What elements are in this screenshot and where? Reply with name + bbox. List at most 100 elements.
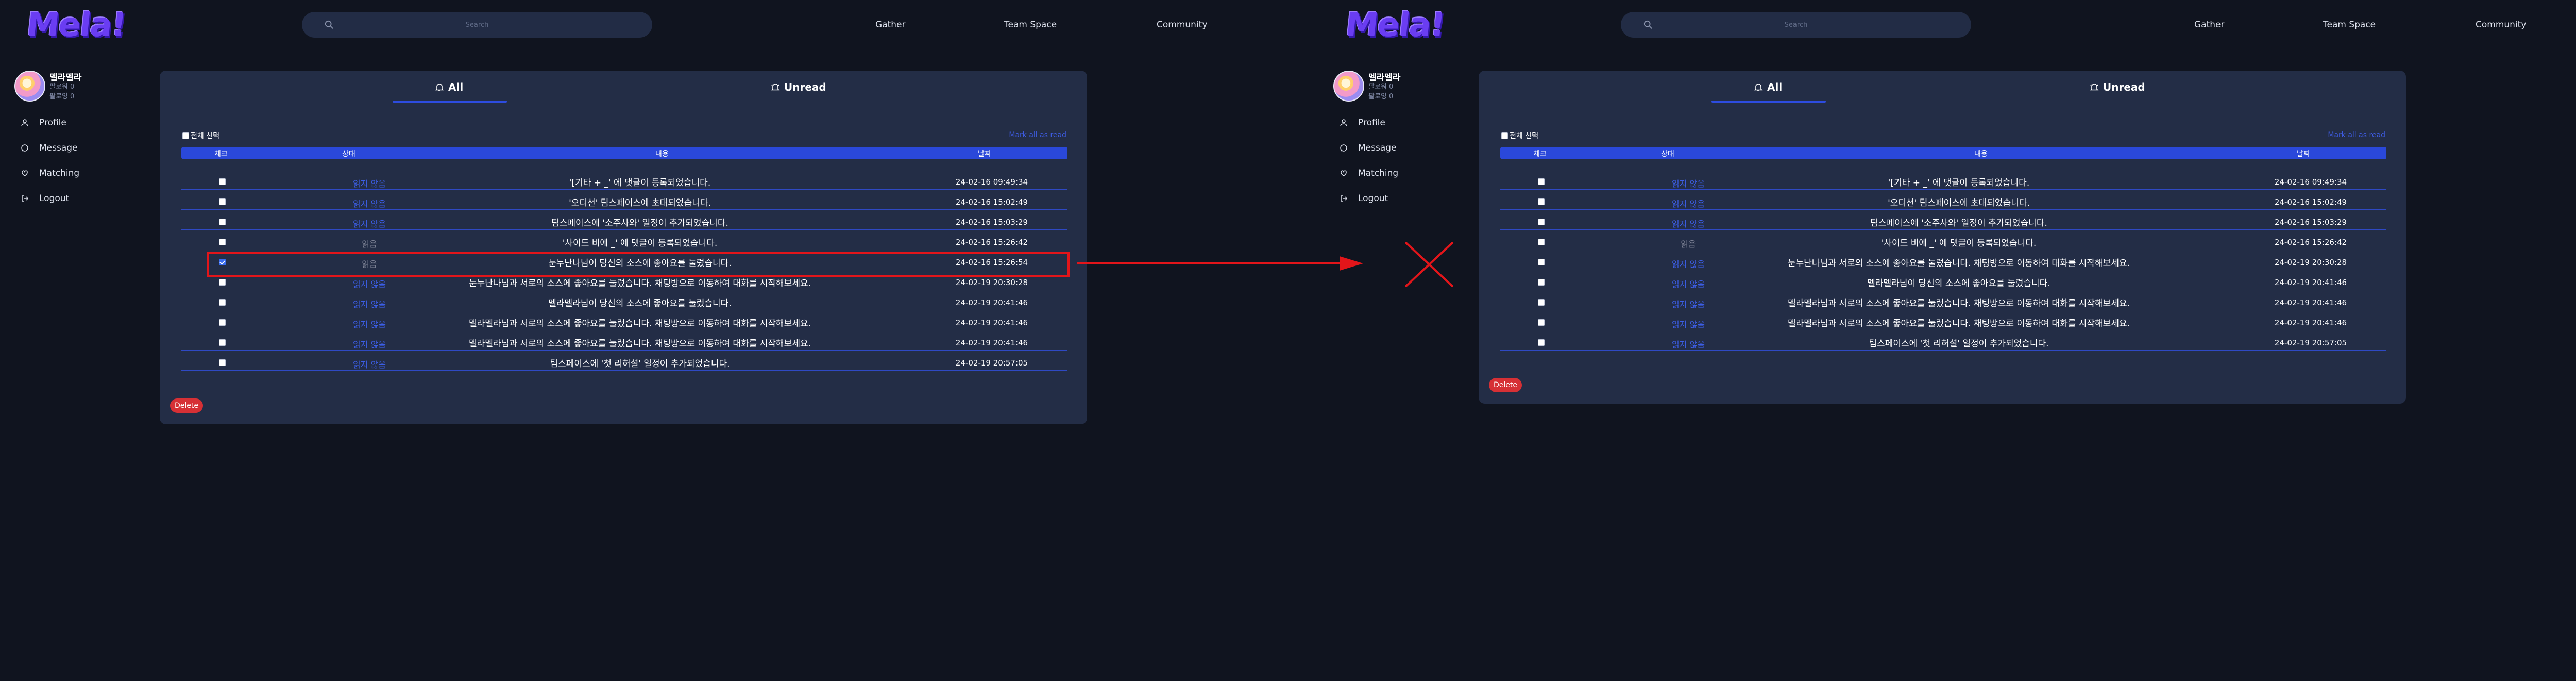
notification-tabs: All Unread: [160, 71, 1087, 104]
sidebar-item-profile[interactable]: Profile: [21, 118, 66, 128]
sidebar-item-matching[interactable]: Matching: [1340, 168, 1398, 178]
table-row[interactable]: 읽지 않음 '[기타 + _' 에 댓글이 등록되었습니다. 24-02-16 09…: [181, 170, 1067, 190]
nav-team-space[interactable]: Team Space: [2323, 20, 2376, 30]
select-all-label: 전체 선택: [1510, 132, 1538, 140]
row-checkbox[interactable]: [1538, 279, 1545, 286]
row-content: 멜라멜라님과 서로의 소스에 좋아요를 눌렀습니다. 채팅방으로 이동하여 대화…: [1788, 319, 2130, 329]
table-row[interactable]: 읽지 않음 멜라멜라님과 서로의 소스에 좋아요를 눌렀습니다. 채팅방으로 이동…: [1500, 310, 2386, 330]
mark-all-read-link[interactable]: Mark all as read: [2328, 131, 2385, 139]
table-row[interactable]: 읽지 않음 팀스페이스에 '첫 리허설' 일정이 추가되었습니다. 24-02-19…: [1500, 330, 2386, 351]
nav-community[interactable]: Community: [2476, 20, 2526, 30]
bell-ring-icon: [2090, 84, 2099, 91]
screenshot-before: Mela! Gather Team Space Community 멜라멜라 팔…: [0, 0, 1319, 681]
table-row[interactable]: 읽지 않음 팀스페이스에 '소주사와' 일정이 추가되었습니다. 24-02-16 …: [1500, 210, 2386, 230]
row-date: 24-02-16 09:49:34: [2274, 177, 2347, 187]
search-bar[interactable]: [302, 12, 652, 38]
sidebar-item-logout[interactable]: Logout: [1340, 193, 1388, 204]
search-input[interactable]: [302, 12, 652, 38]
row-date: 24-02-19 20:41:46: [2274, 278, 2347, 287]
tab-unread-label: Unread: [784, 81, 826, 93]
search-icon: [1643, 20, 1652, 29]
row-checkbox[interactable]: [1538, 319, 1545, 326]
search-input[interactable]: [1621, 12, 1971, 38]
logo[interactable]: Mela!: [1344, 6, 1446, 44]
sidebar-item-matching[interactable]: Matching: [21, 168, 79, 178]
avatar[interactable]: [1333, 71, 1364, 102]
row-checkbox[interactable]: [219, 178, 226, 185]
notification-list: 읽지 않음 '[기타 + _' 에 댓글이 등록되었습니다. 24-02-16 09…: [1500, 170, 2386, 351]
row-checkbox[interactable]: [219, 279, 226, 286]
row-content: 멜라멜라님과 서로의 소스에 좋아요를 눌렀습니다. 채팅방으로 이동하여 대화…: [469, 319, 811, 329]
tab-all[interactable]: All: [435, 81, 463, 93]
column-header-date: 날짜: [978, 150, 991, 158]
table-row[interactable]: 읽지 않음 멜라멜라님이 당신의 소스에 좋아요를 눌렀습니다. 24-02-19 …: [181, 290, 1067, 310]
row-checkbox[interactable]: [1538, 239, 1545, 245]
nav-team-space[interactable]: Team Space: [1004, 20, 1057, 30]
table-header: 체크 상태 내용 날짜: [181, 147, 1067, 159]
table-row[interactable]: 읽지 않음 팀스페이스에 '첫 리허설' 일정이 추가되었습니다. 24-02-19…: [181, 351, 1067, 371]
tab-unread[interactable]: Unread: [771, 81, 826, 93]
row-content: '사이드 비에 _' 에 댓글이 등록되었습니다.: [562, 238, 718, 248]
column-header-check: 체크: [214, 150, 228, 158]
table-row[interactable]: 읽지 않음 팀스페이스에 '소주사와' 일정이 추가되었습니다. 24-02-16 …: [181, 210, 1067, 230]
nav-gather[interactable]: Gather: [2194, 20, 2224, 30]
table-row[interactable]: 읽지 않음 '오디션' 팀스페이스에 초대되었습니다. 24-02-16 15:02…: [1500, 190, 2386, 210]
delete-button[interactable]: Delete: [170, 398, 203, 413]
select-all-checkbox[interactable]: 전체 선택: [182, 130, 219, 141]
row-checkbox[interactable]: [1538, 219, 1545, 225]
row-checkbox[interactable]: [219, 319, 226, 326]
table-row[interactable]: 읽지 않음 멜라멜라님과 서로의 소스에 좋아요를 눌렀습니다. 채팅방으로 이동…: [1500, 290, 2386, 310]
user-following: 팔로잉 0: [1368, 93, 1394, 101]
table-row[interactable]: 읽음 '사이드 비에 _' 에 댓글이 등록되었습니다. 24-02-16 15:2…: [181, 230, 1067, 250]
column-header-check: 체크: [1533, 150, 1547, 158]
row-date: 24-02-19 20:30:28: [2274, 258, 2347, 267]
sidebar-item-message[interactable]: Message: [1340, 143, 1397, 153]
bell-ring-icon: [771, 84, 780, 91]
search-bar[interactable]: [1621, 12, 1971, 38]
row-date: 24-02-16 15:03:29: [2274, 218, 2347, 227]
row-checkbox[interactable]: [1538, 178, 1545, 185]
table-row[interactable]: 읽지 않음 눈누난나님과 서로의 소스에 좋아요를 눌렀습니다. 채팅방으로 이동…: [1500, 250, 2386, 270]
sidebar-item-profile[interactable]: Profile: [1340, 118, 1385, 128]
sidebar-item-logout[interactable]: Logout: [21, 193, 69, 204]
table-row[interactable]: 읽지 않음 멜라멜라님과 서로의 소스에 좋아요를 눌렀습니다. 채팅방으로 이동…: [181, 330, 1067, 351]
checkbox[interactable]: [182, 132, 189, 139]
delete-button[interactable]: Delete: [1489, 378, 1522, 392]
row-date: 24-02-16 09:49:34: [955, 177, 1028, 187]
table-header: 체크 상태 내용 날짜: [1500, 147, 2386, 159]
row-checkbox[interactable]: [1538, 259, 1545, 265]
row-checkbox[interactable]: [1538, 198, 1545, 205]
select-all-checkbox[interactable]: 전체 선택: [1501, 130, 1538, 141]
row-content: '사이드 비에 _' 에 댓글이 등록되었습니다.: [1881, 238, 2037, 248]
row-checkbox[interactable]: [1538, 339, 1545, 346]
row-date: 24-02-16 15:03:29: [955, 218, 1028, 227]
mark-all-read-link[interactable]: Mark all as read: [1009, 131, 1066, 139]
row-content: 멜라멜라님과 서로의 소스에 좋아요를 눌렀습니다. 채팅방으로 이동하여 대화…: [1788, 298, 2130, 309]
tab-unread[interactable]: Unread: [2090, 81, 2145, 93]
column-header-content: 내용: [1974, 150, 1988, 158]
table-row[interactable]: 읽지 않음 멜라멜라님이 당신의 소스에 좋아요를 눌렀습니다. 24-02-19 …: [1500, 270, 2386, 290]
nav-gather[interactable]: Gather: [875, 20, 905, 30]
column-header-content: 내용: [655, 150, 669, 158]
table-row[interactable]: 읽지 않음 '[기타 + _' 에 댓글이 등록되었습니다. 24-02-16 09…: [1500, 170, 2386, 190]
sidebar-item-message[interactable]: Message: [21, 143, 78, 153]
table-row[interactable]: 읽지 않음 멜라멜라님과 서로의 소스에 좋아요를 눌렀습니다. 채팅방으로 이동…: [181, 310, 1067, 330]
table-row[interactable]: 읽음 '사이드 비에 _' 에 댓글이 등록되었습니다. 24-02-16 15:2…: [1500, 230, 2386, 250]
nav-community[interactable]: Community: [1157, 20, 1207, 30]
avatar[interactable]: [14, 71, 45, 102]
notification-panel: All Unread 전체 선택 Mark all as read 체크 상태 …: [1479, 71, 2406, 404]
tab-all-label: All: [448, 81, 464, 93]
row-content: '[기타 + _' 에 댓글이 등록되었습니다.: [1888, 178, 2030, 188]
row-checkbox[interactable]: [219, 339, 226, 346]
row-content: 눈누난나님과 서로의 소스에 좋아요를 눌렀습니다. 채팅방으로 이동하여 대화…: [1788, 258, 2130, 269]
row-checkbox[interactable]: [219, 359, 226, 366]
checkbox[interactable]: [1501, 132, 1508, 139]
row-checkbox[interactable]: [1538, 299, 1545, 306]
row-checkbox[interactable]: [219, 239, 226, 245]
tab-all[interactable]: All: [1754, 81, 1782, 93]
logo[interactable]: Mela!: [25, 6, 127, 44]
table-row[interactable]: 읽지 않음 '오디션' 팀스페이스에 초대되었습니다. 24-02-16 15:02…: [181, 190, 1067, 210]
row-checkbox[interactable]: [219, 219, 226, 225]
row-checkbox[interactable]: [219, 299, 226, 306]
row-checkbox[interactable]: [219, 198, 226, 205]
